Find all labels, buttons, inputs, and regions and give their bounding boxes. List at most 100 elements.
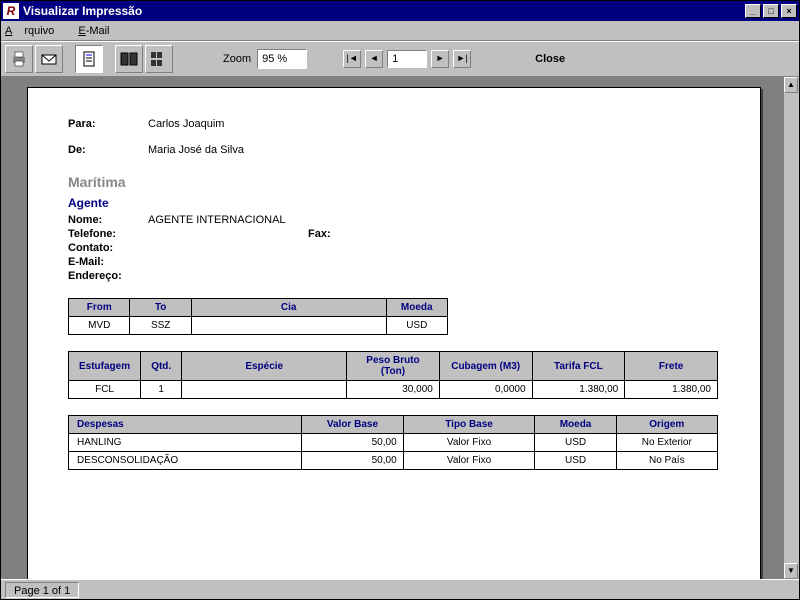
col-valorbase: Valor Base [302, 416, 403, 434]
view-page-button[interactable] [75, 45, 103, 73]
cell-moeda: USD [386, 317, 447, 335]
scroll-track[interactable] [784, 93, 799, 563]
col-tarifa: Tarifa FCL [532, 352, 625, 381]
cargo-table: Estufagem Qtd. Espécie Peso Bruto (Ton) … [68, 351, 718, 399]
menu-email-label: -Mail [86, 25, 110, 37]
last-page-button[interactable]: ►| [453, 50, 471, 68]
app-window: R Visualizar Impressão _ □ × Arquivo E-M… [0, 0, 800, 600]
contato-label: Contato: [68, 242, 148, 254]
col-moeda: Moeda [386, 299, 447, 317]
cell-moeda: USD [535, 452, 616, 470]
table-header-row: Estufagem Qtd. Espécie Peso Bruto (Ton) … [69, 352, 718, 381]
two-pages-icon [119, 49, 139, 69]
cell-estufagem: FCL [69, 381, 141, 399]
col-moeda: Moeda [535, 416, 616, 434]
table-header-row: Despesas Valor Base Tipo Base Moeda Orig… [69, 416, 718, 434]
page-icon [79, 49, 99, 69]
titlebar: R Visualizar Impressão _ □ × [1, 1, 799, 21]
cell-qtd: 1 [141, 381, 182, 399]
table-header-row: From To Cia Moeda [69, 299, 448, 317]
para-label: Para: [68, 118, 148, 130]
col-cia: Cia [191, 299, 386, 317]
telefone-value [148, 228, 308, 240]
table-row: DESCONSOLIDAÇÃO 50,00 Valor Fixo USD No … [69, 452, 718, 470]
menu-file[interactable]: Arquivo [5, 25, 66, 37]
cell-origem: No Exterior [616, 434, 717, 452]
col-especie: Espécie [182, 352, 347, 381]
cell-tipobase: Valor Fixo [403, 434, 535, 452]
mail-button[interactable] [35, 45, 63, 73]
next-page-button[interactable]: ► [431, 50, 449, 68]
nome-value: AGENTE INTERNACIONAL [148, 214, 286, 226]
table-row: FCL 1 30,000 0,0000 1.380,00 1.380,00 [69, 381, 718, 399]
window-title: Visualizar Impressão [23, 4, 743, 18]
menubar: Arquivo E-Mail [1, 21, 799, 41]
maximize-button[interactable]: □ [763, 4, 779, 18]
agente-header: Agente [68, 196, 720, 210]
vertical-scrollbar[interactable]: ▲ ▼ [783, 77, 799, 579]
page-indicator: Page 1 of 1 [5, 582, 79, 598]
print-button[interactable] [5, 45, 33, 73]
minimize-button[interactable]: _ [745, 4, 761, 18]
preview-page: Para: Carlos Joaquim De: Maria José da S… [27, 87, 761, 579]
col-pesobruto: Peso Bruto (Ton) [347, 352, 440, 381]
cell-valorbase: 50,00 [302, 452, 403, 470]
menu-file-label: rquivo [24, 25, 54, 37]
col-cubagem: Cubagem (M3) [439, 352, 532, 381]
menu-email[interactable]: E-Mail [78, 25, 121, 37]
prev-page-button[interactable]: ◄ [365, 50, 383, 68]
multi-pages-icon [149, 49, 169, 69]
page-number-input[interactable]: 1 [387, 50, 427, 68]
cell-from: MVD [69, 317, 130, 335]
cell-to: SSZ [130, 317, 191, 335]
cell-especie [182, 381, 347, 399]
col-estufagem: Estufagem [69, 352, 141, 381]
app-icon: R [3, 3, 19, 19]
zoom-label: Zoom [223, 53, 251, 65]
email-label: E-Mail: [68, 256, 148, 268]
cell-cubagem: 0,0000 [439, 381, 532, 399]
zoom-input[interactable]: 95 % [257, 49, 307, 69]
envelope-icon [39, 49, 59, 69]
col-to: To [130, 299, 191, 317]
col-despesas: Despesas [69, 416, 302, 434]
col-from: From [69, 299, 130, 317]
scroll-up-button[interactable]: ▲ [784, 77, 798, 93]
cell-moeda: USD [535, 434, 616, 452]
route-table: From To Cia Moeda MVD SSZ USD [68, 298, 448, 335]
preview-workspace: Para: Carlos Joaquim De: Maria José da S… [1, 77, 799, 579]
col-frete: Frete [625, 352, 718, 381]
nome-label: Nome: [68, 214, 148, 226]
close-button[interactable]: Close [523, 49, 577, 69]
view-two-pages-button[interactable] [115, 45, 143, 73]
col-qtd: Qtd. [141, 352, 182, 381]
first-page-button[interactable]: |◄ [343, 50, 361, 68]
section-maritima: Marítima [68, 174, 720, 190]
cell-origem: No País [616, 452, 717, 470]
de-value: Maria José da Silva [148, 144, 244, 156]
cell-tipobase: Valor Fixo [403, 452, 535, 470]
cell-cia [191, 317, 386, 335]
cell-despesas: HANLING [69, 434, 302, 452]
cell-tarifa: 1.380,00 [532, 381, 625, 399]
printer-icon [9, 49, 29, 69]
statusbar: Page 1 of 1 [1, 579, 799, 599]
view-multi-pages-button[interactable] [145, 45, 173, 73]
fax-label: Fax: [308, 228, 348, 240]
table-row: HANLING 50,00 Valor Fixo USD No Exterior [69, 434, 718, 452]
cell-frete: 1.380,00 [625, 381, 718, 399]
col-origem: Origem [616, 416, 717, 434]
table-row: MVD SSZ USD [69, 317, 448, 335]
endereco-label: Endereço: [68, 270, 148, 282]
cell-despesas: DESCONSOLIDAÇÃO [69, 452, 302, 470]
cell-valorbase: 50,00 [302, 434, 403, 452]
para-value: Carlos Joaquim [148, 118, 224, 130]
cell-pesobruto: 30,000 [347, 381, 440, 399]
col-tipobase: Tipo Base [403, 416, 535, 434]
telefone-label: Telefone: [68, 228, 148, 240]
de-label: De: [68, 144, 148, 156]
scroll-down-button[interactable]: ▼ [784, 563, 798, 579]
expenses-table: Despesas Valor Base Tipo Base Moeda Orig… [68, 415, 718, 470]
close-window-button[interactable]: × [781, 4, 797, 18]
toolbar: Zoom 95 % |◄ ◄ 1 ► ►| Close [1, 41, 799, 77]
